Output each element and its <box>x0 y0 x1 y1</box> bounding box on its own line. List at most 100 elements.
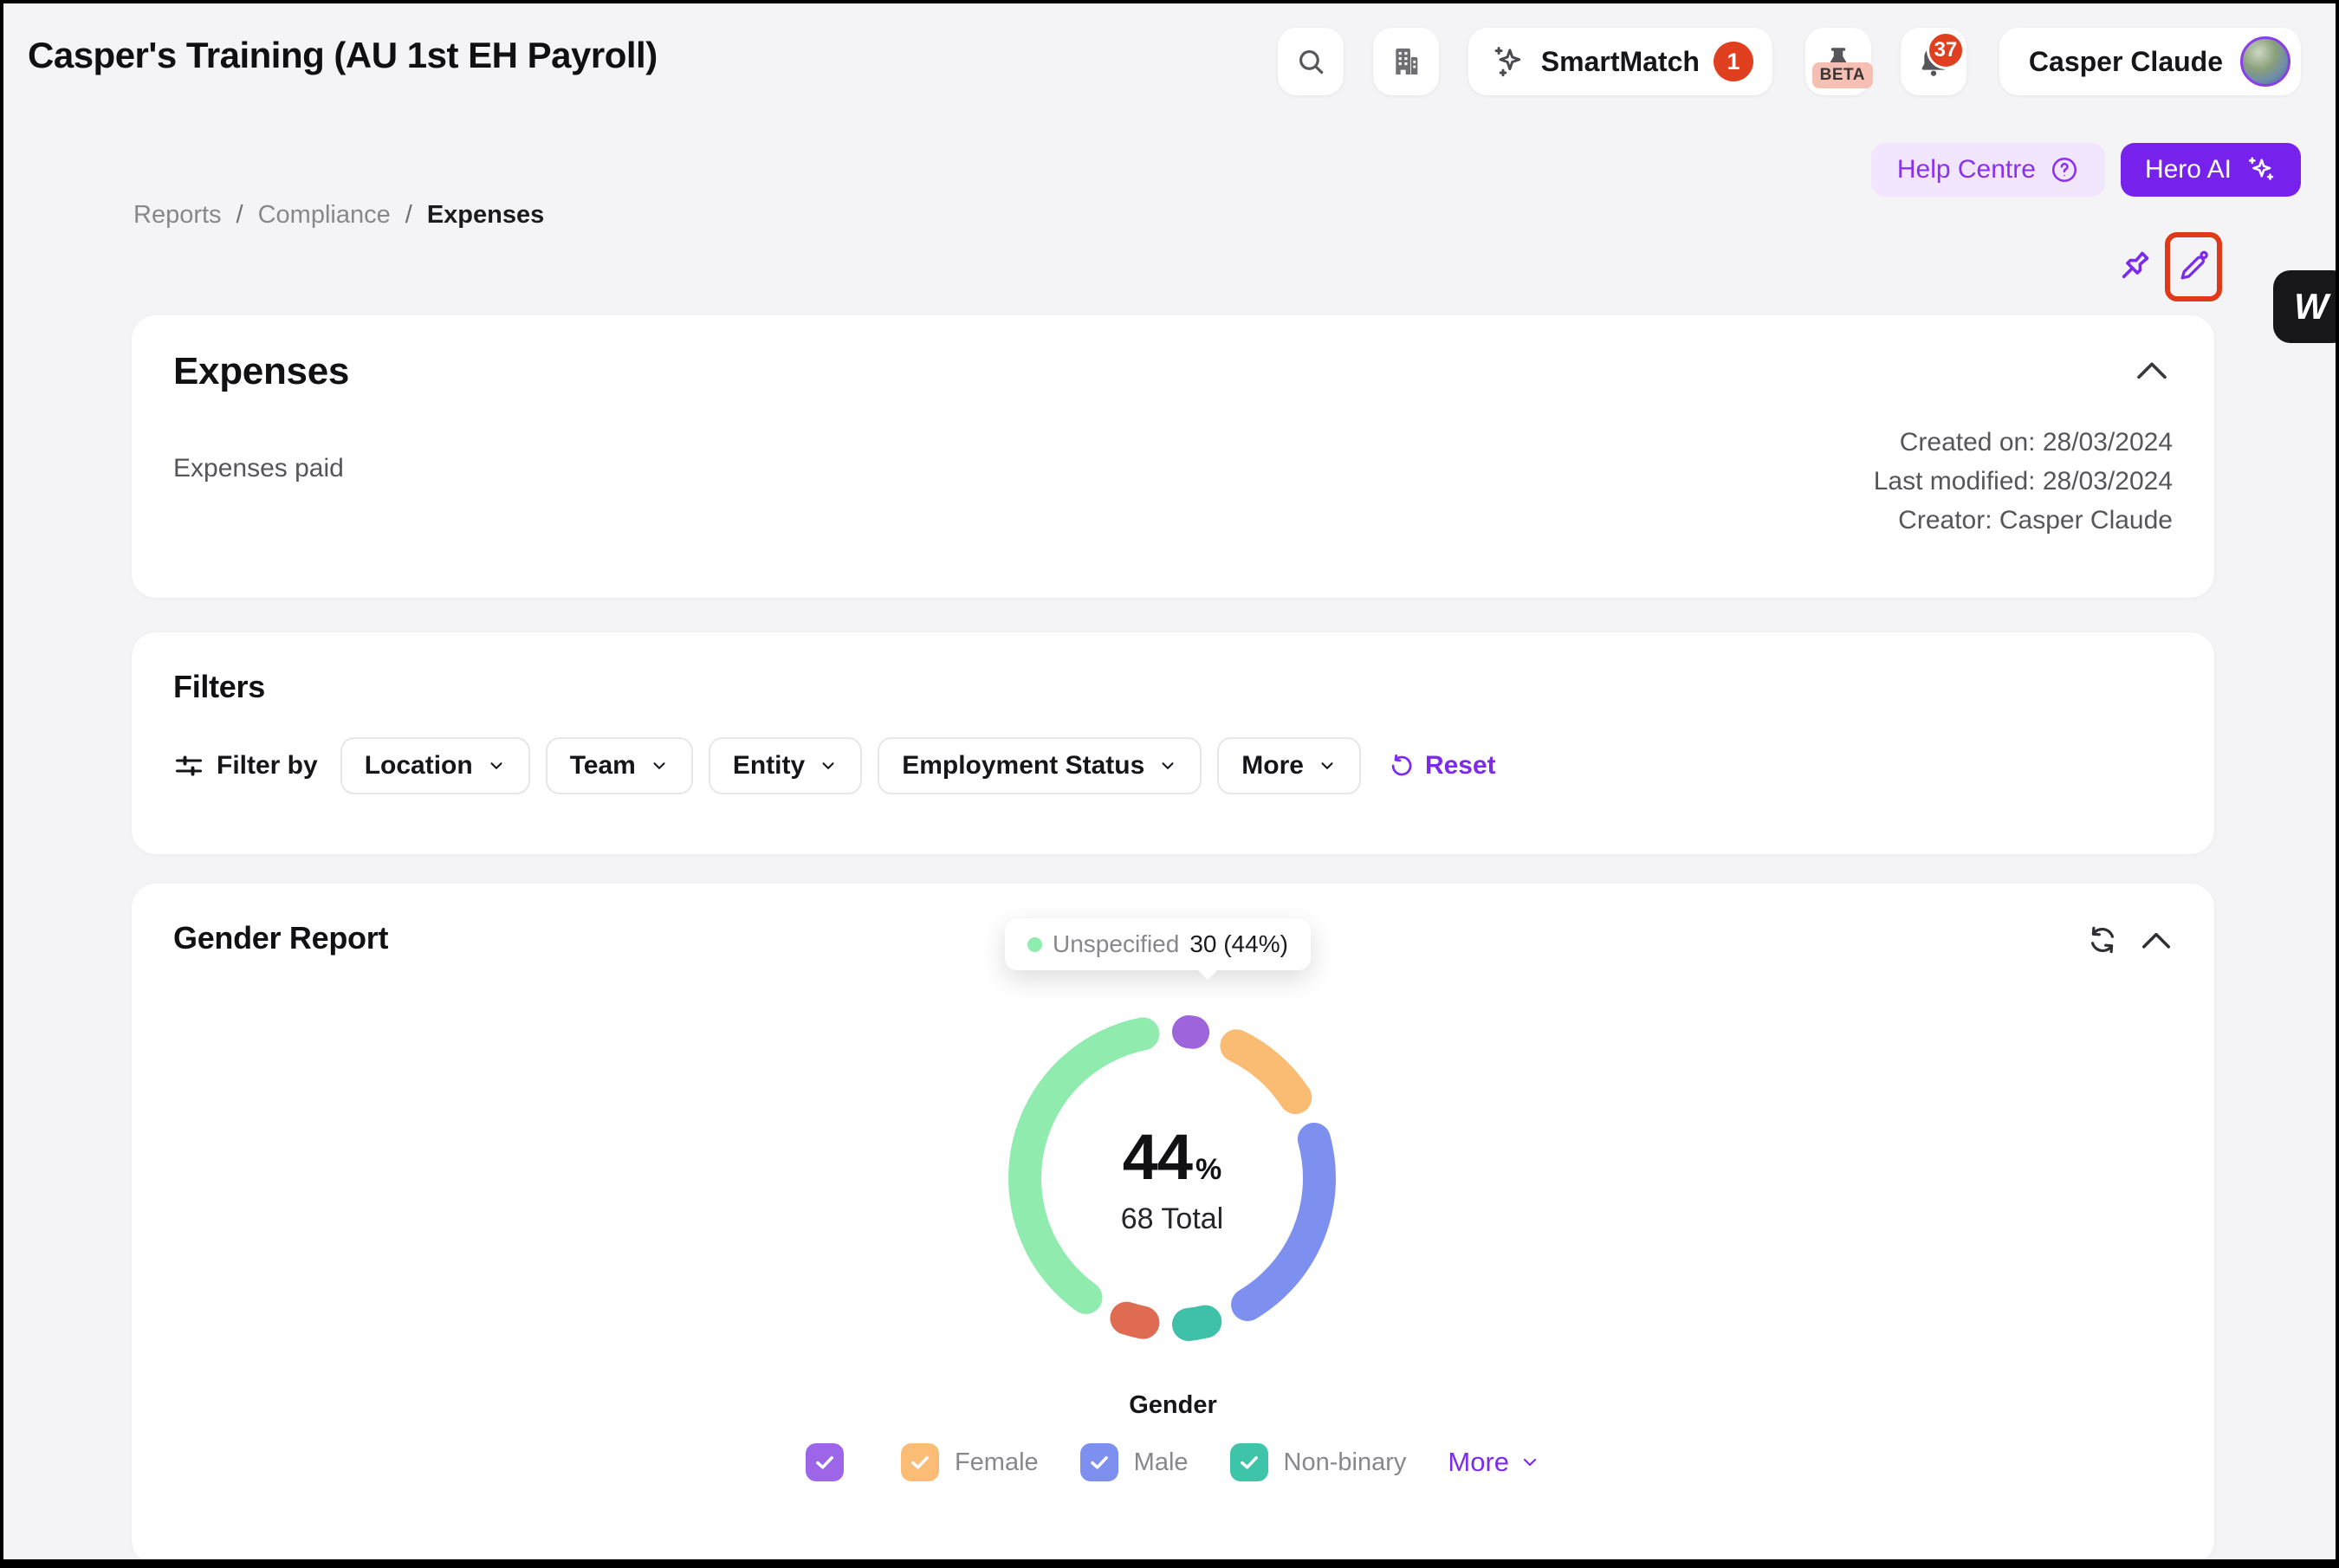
smartmatch-label: SmartMatch <box>1541 46 1700 78</box>
page-actions: Help Centre Hero AI <box>1871 143 2301 197</box>
report-meta: Created on: 28/03/2024 Last modified: 28… <box>1874 423 2173 540</box>
refresh-icon <box>2086 923 2119 956</box>
checkbox-non-binary[interactable] <box>1230 1443 1268 1481</box>
legend-label-non-binary: Non-binary <box>1284 1448 1407 1477</box>
pushpin-icon <box>2113 246 2154 288</box>
tooltip-label: Unspecified <box>1053 930 1179 958</box>
checkbox-female[interactable] <box>901 1443 939 1481</box>
breadcrumb-separator: / <box>405 201 412 230</box>
help-centre-label: Help Centre <box>1897 155 2036 185</box>
donut-segment-unlabeled[interactable] <box>1126 1319 1143 1323</box>
legend-item-unlabeled[interactable] <box>806 1443 859 1481</box>
filter-entity-dropdown[interactable]: Entity <box>709 737 862 794</box>
beta-badge: BETA <box>1812 62 1873 88</box>
filter-more-dropdown[interactable]: More <box>1217 737 1361 794</box>
expenses-card-title: Expenses <box>173 350 349 393</box>
gender-donut-chart[interactable]: 44 % 68 Total <box>990 996 1354 1360</box>
chevron-down-icon <box>487 756 506 775</box>
smartmatch-button[interactable]: SmartMatch 1 <box>1468 28 1772 95</box>
filters-row: Filter by Location Team Entity Employmen… <box>173 736 1496 795</box>
filter-by-label: Filter by <box>217 751 318 781</box>
legend-item-non-binary[interactable]: Non-binary <box>1230 1443 1407 1481</box>
donut-segment-Female[interactable] <box>1236 1046 1295 1098</box>
profile-name: Casper Claude <box>2029 46 2223 78</box>
expenses-card: Expenses Expenses paid Created on: 28/03… <box>132 315 2214 598</box>
donut-segments <box>990 996 1354 1360</box>
breadcrumb-separator: / <box>236 201 243 230</box>
check-icon <box>1237 1450 1261 1474</box>
filter-by: Filter by <box>173 750 318 781</box>
breadcrumb: Reports / Compliance / Expenses <box>133 201 544 230</box>
search-icon <box>1294 45 1327 78</box>
smartmatch-badge: 1 <box>1714 42 1753 81</box>
chevron-down-icon <box>1519 1452 1540 1473</box>
filters-card: Filters Filter by Location Team Entity E… <box>132 632 2214 854</box>
pencil-icon <box>2174 248 2213 286</box>
refresh-chart-button[interactable] <box>2086 923 2119 956</box>
notifications-button[interactable]: 37 <box>1901 28 1966 95</box>
building-icon <box>1389 44 1423 79</box>
last-modified: Last modified: 28/03/2024 <box>1874 462 2173 501</box>
filter-team-dropdown[interactable]: Team <box>546 737 693 794</box>
check-icon <box>813 1450 837 1474</box>
reset-icon <box>1389 753 1415 779</box>
adjustments-icon <box>173 750 204 781</box>
notifications-badge: 37 <box>1927 31 1965 69</box>
breadcrumb-expenses: Expenses <box>427 201 544 230</box>
chart-tooltip: Unspecified 30 (44%) <box>1005 918 1311 970</box>
sparkle-icon <box>1491 43 1527 80</box>
gender-report-card: Gender Report Unspecified 30 (44%) 44 <box>132 884 2214 1559</box>
edit-annotation-highlight <box>2165 232 2222 301</box>
gender-card-tools <box>2086 923 2173 956</box>
chevron-up-icon <box>2140 930 2173 950</box>
edit-report-button[interactable] <box>2174 248 2213 286</box>
w-widget-button[interactable]: W <box>2273 270 2336 343</box>
chart-axis-label: Gender <box>132 1391 2214 1420</box>
legend-label-male: Male <box>1134 1448 1189 1477</box>
creator: Creator: Casper Claude <box>1874 501 2173 540</box>
created-on: Created on: 28/03/2024 <box>1874 423 2173 462</box>
donut-segment-Non-binary[interactable] <box>1189 1322 1205 1325</box>
donut-segment-Male[interactable] <box>1247 1139 1319 1305</box>
expenses-collapse-button[interactable] <box>2135 359 2169 381</box>
hero-ai-button[interactable]: Hero AI <box>2121 143 2301 197</box>
legend-more-button[interactable]: More <box>1448 1447 1540 1478</box>
breadcrumb-compliance[interactable]: Compliance <box>258 201 391 230</box>
check-icon <box>1087 1450 1111 1474</box>
expenses-subtitle: Expenses paid <box>173 454 344 483</box>
avatar <box>2240 36 2290 87</box>
chevron-down-icon <box>819 756 838 775</box>
help-centre-button[interactable]: Help Centre <box>1871 143 2105 197</box>
hero-ai-label: Hero AI <box>2145 155 2232 185</box>
labs-button[interactable]: BETA <box>1805 28 1871 95</box>
page-title: Casper's Training (AU 1st EH Payroll) <box>28 35 658 76</box>
question-circle-icon <box>2050 155 2079 185</box>
checkbox-male[interactable] <box>1080 1443 1118 1481</box>
gender-report-title: Gender Report <box>173 920 388 956</box>
legend-item-female[interactable]: Female <box>901 1443 1039 1481</box>
search-button[interactable] <box>1278 28 1344 95</box>
gender-collapse-button[interactable] <box>2140 930 2173 950</box>
donut-segment-Unspecified[interactable] <box>1025 1033 1143 1297</box>
chevron-down-icon <box>1318 756 1337 775</box>
organisation-button[interactable] <box>1373 28 1439 95</box>
w-logo: W <box>2294 286 2329 327</box>
checkbox-purple[interactable] <box>806 1443 844 1481</box>
app-screen: Casper's Training (AU 1st EH Payroll) Sm… <box>3 3 2336 1559</box>
reset-filters-button[interactable]: Reset <box>1389 751 1496 781</box>
breadcrumb-reports[interactable]: Reports <box>133 201 222 230</box>
filter-employment-status-dropdown[interactable]: Employment Status <box>878 737 1202 794</box>
chevron-down-icon <box>1158 756 1177 775</box>
filter-location-dropdown[interactable]: Location <box>340 737 530 794</box>
profile-button[interactable]: Casper Claude <box>1999 28 2301 95</box>
legend-label-female: Female <box>955 1448 1039 1477</box>
donut-segment-unlabeled[interactable] <box>1189 1032 1193 1033</box>
check-icon <box>908 1450 932 1474</box>
legend-item-male[interactable]: Male <box>1080 1443 1189 1481</box>
tooltip-value: 30 (44%) <box>1189 930 1288 958</box>
filters-card-title: Filters <box>173 669 265 705</box>
header-controls: SmartMatch 1 BETA 37 Casper Claude <box>1278 28 2301 95</box>
pin-report-button[interactable] <box>2113 246 2154 288</box>
chevron-down-icon <box>650 756 669 775</box>
chart-legend: Female Male Non-binary More <box>132 1443 2214 1481</box>
